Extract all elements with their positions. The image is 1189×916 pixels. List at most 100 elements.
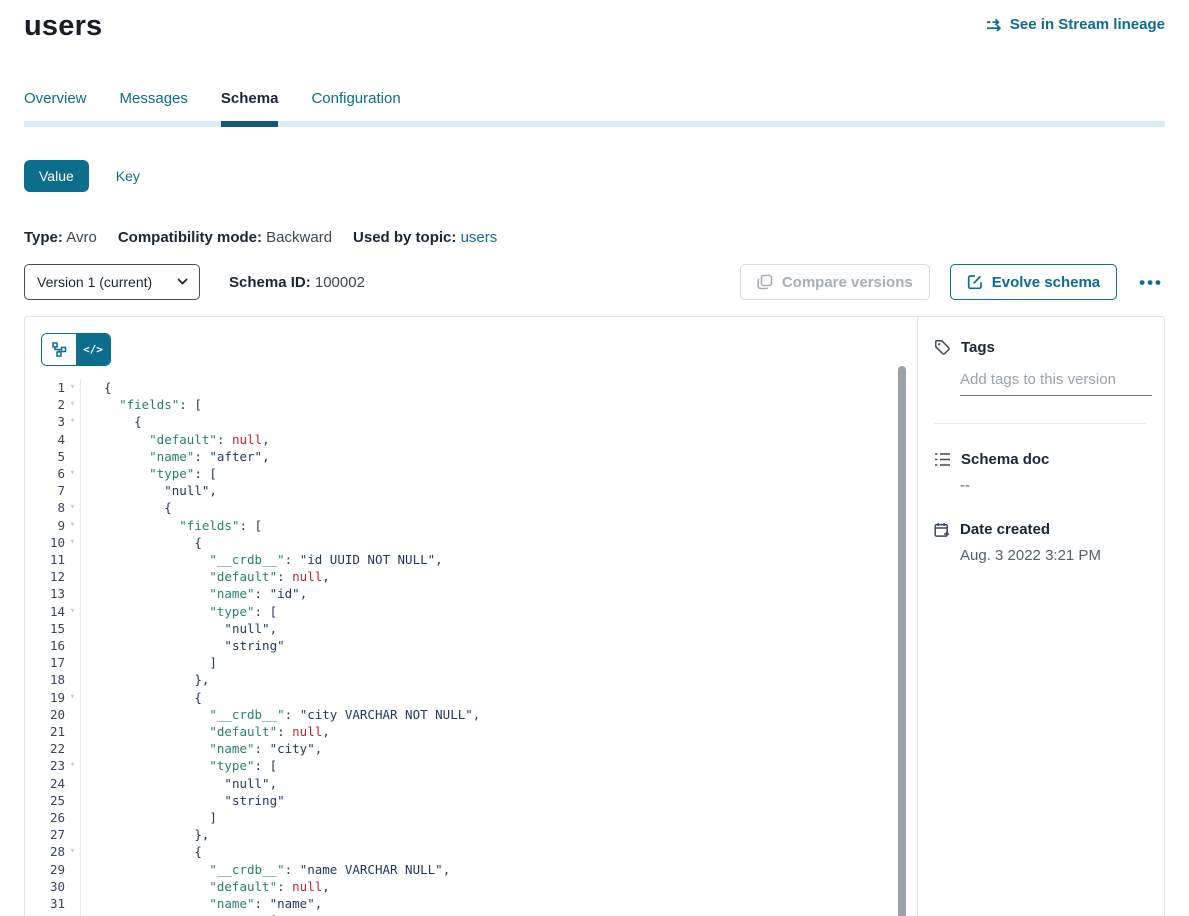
- token-k: "default": [209, 879, 277, 894]
- code-line: 25 "string": [25, 792, 917, 809]
- fold-toggle-icon[interactable]: ▾: [65, 757, 80, 774]
- fold-spacer: [65, 878, 80, 895]
- code-text: },: [80, 826, 917, 843]
- code-text: "null",: [80, 482, 917, 499]
- compare-versions-button[interactable]: Compare versions: [740, 264, 930, 300]
- code-text: "fields": [: [80, 396, 917, 413]
- value-toggle-button[interactable]: Value: [24, 160, 89, 192]
- token-k: "fields": [119, 397, 179, 412]
- token-s: "city VARCHAR NOT NULL": [300, 707, 473, 722]
- fold-toggle-icon[interactable]: ▾: [65, 413, 80, 430]
- compatibility-field: Compatibility mode: Backward: [118, 229, 332, 246]
- key-toggle-button[interactable]: Key: [116, 168, 140, 184]
- code-text: {: [80, 379, 917, 396]
- tab-messages[interactable]: Messages: [120, 90, 188, 121]
- code-line: 31 "name": "name",: [25, 895, 917, 912]
- fold-toggle-icon[interactable]: ▾: [65, 843, 80, 860]
- doc-list-icon: [934, 452, 951, 467]
- code-text: "default": null,: [80, 568, 917, 585]
- code-line: 11 "__crdb__": "id UUID NOT NULL",: [25, 551, 917, 568]
- code-line: 15 "null",: [25, 620, 917, 637]
- line-number: 25: [25, 792, 65, 809]
- code-text: {: [80, 534, 917, 551]
- fold-toggle-icon[interactable]: ▾: [65, 396, 80, 413]
- more-actions-button[interactable]: •••: [1137, 270, 1165, 295]
- fold-toggle-icon[interactable]: ▾: [65, 689, 80, 706]
- fold-spacer: [65, 431, 80, 448]
- fold-toggle-icon[interactable]: ▾: [65, 603, 80, 620]
- code-line: 24 "null",: [25, 775, 917, 792]
- fold-spacer: [65, 482, 80, 499]
- date-created-value: Aug. 3 2022 3:21 PM: [960, 547, 1146, 564]
- line-number: 30: [25, 878, 65, 895]
- controls-right: Compare versions Evolve schema •••: [740, 264, 1165, 300]
- fold-toggle-icon[interactable]: ▾: [65, 912, 80, 916]
- line-number: 14: [25, 603, 65, 620]
- fold-spacer: [65, 740, 80, 757]
- calendar-icon: [934, 522, 950, 538]
- code-line: 18 },: [25, 671, 917, 688]
- schema-code-editor[interactable]: 1▾{2▾ "fields": [3▾ {4 "default": null,5…: [25, 379, 917, 916]
- evolve-schema-button[interactable]: Evolve schema: [950, 264, 1117, 300]
- code-text: "type": [: [80, 757, 917, 774]
- line-number: 29: [25, 861, 65, 878]
- fold-toggle-icon[interactable]: ▾: [65, 379, 80, 396]
- code-view-button[interactable]: </>: [76, 334, 110, 365]
- code-line: 7 "null",: [25, 482, 917, 499]
- code-text: "string": [80, 792, 917, 809]
- token-k: "__crdb__": [209, 862, 284, 877]
- code-line: 17 ]: [25, 654, 917, 671]
- tree-view-button[interactable]: [42, 334, 76, 365]
- token-p: :: [217, 432, 232, 447]
- line-number: 24: [25, 775, 65, 792]
- add-tags-input[interactable]: [960, 371, 1152, 396]
- line-number: 5: [25, 448, 65, 465]
- token-p: :: [285, 552, 300, 567]
- code-line: 23▾ "type": [: [25, 757, 917, 774]
- code-text: "type": [: [80, 912, 917, 916]
- fold-spacer: [65, 792, 80, 809]
- token-p: ,: [322, 724, 330, 739]
- code-text: "type": [: [80, 603, 917, 620]
- fold-toggle-icon[interactable]: ▾: [65, 534, 80, 551]
- schema-id-field: Schema ID: 100002: [229, 274, 365, 291]
- code-text: {: [80, 843, 917, 860]
- line-number: 32: [25, 912, 65, 916]
- line-number: 18: [25, 671, 65, 688]
- schema-meta: Type: Avro Compatibility mode: Backward …: [24, 229, 1165, 246]
- tab-overview[interactable]: Overview: [24, 90, 87, 121]
- token-p: :: [255, 896, 270, 911]
- token-p: {: [194, 690, 202, 705]
- code-text: "name": "name",: [80, 895, 917, 912]
- fold-toggle-icon[interactable]: ▾: [65, 517, 80, 534]
- fold-toggle-icon[interactable]: ▾: [65, 499, 80, 516]
- tab-schema[interactable]: Schema: [221, 90, 279, 121]
- code-line: 19▾ {: [25, 689, 917, 706]
- fold-toggle-icon[interactable]: ▾: [65, 465, 80, 482]
- code-line: 16 "string": [25, 637, 917, 654]
- token-k: "__crdb__": [209, 707, 284, 722]
- tag-icon: [934, 339, 951, 356]
- topic-link[interactable]: users: [461, 229, 498, 246]
- line-number: 19: [25, 689, 65, 706]
- token-k: "name": [209, 896, 254, 911]
- token-s: "string": [224, 638, 284, 653]
- editor-scrollbar[interactable]: [898, 366, 906, 916]
- token-p: : [: [194, 466, 217, 481]
- token-p: },: [194, 827, 209, 842]
- code-line: 2▾ "fields": [: [25, 396, 917, 413]
- token-k: "name": [149, 449, 194, 464]
- schema-controls: Version 1 (current) Schema ID: 100002 Co…: [24, 264, 1165, 300]
- token-p: ,: [322, 569, 330, 584]
- version-select[interactable]: Version 1 (current): [24, 264, 200, 300]
- code-line: 20 "__crdb__": "city VARCHAR NOT NULL",: [25, 706, 917, 723]
- token-p: {: [104, 380, 112, 395]
- see-in-stream-lineage-link[interactable]: See in Stream lineage: [986, 16, 1165, 33]
- tab-configuration[interactable]: Configuration: [311, 90, 400, 121]
- code-text: "default": null,: [80, 723, 917, 740]
- token-s: "after": [209, 449, 262, 464]
- token-k: "type": [209, 758, 254, 773]
- token-p: {: [194, 844, 202, 859]
- token-p: ,: [300, 586, 308, 601]
- line-number: 8: [25, 499, 65, 516]
